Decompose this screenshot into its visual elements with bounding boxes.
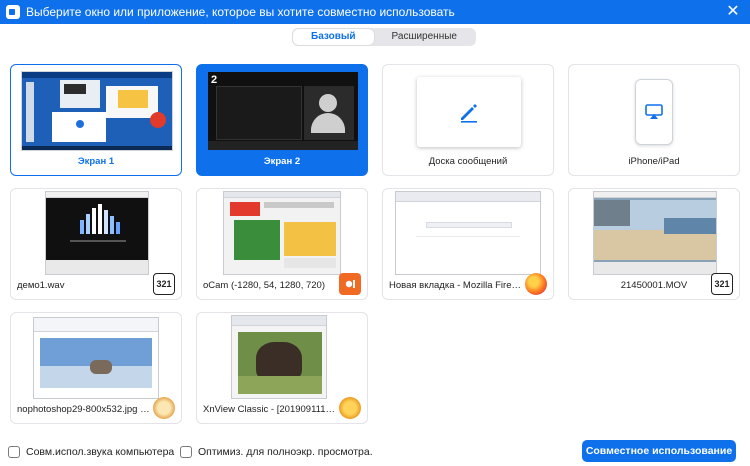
- firefox-icon: [525, 273, 547, 295]
- xnview-icon: [339, 397, 361, 419]
- tab-bar: Базовый Расширенные: [292, 28, 476, 46]
- share-button[interactable]: Совместное использование: [582, 440, 736, 462]
- ocam-icon: [339, 273, 361, 295]
- screen-number: 2: [211, 74, 218, 86]
- checkbox-label: Оптимиз. для полноэкр. просмотра.: [198, 446, 373, 458]
- tile-label: Экран 2: [263, 156, 301, 167]
- share-tile-screen-2[interactable]: 2 Экран 2: [196, 64, 368, 176]
- tile-label: XnView Classic - [2019091115522...: [203, 404, 337, 415]
- share-computer-sound-checkbox[interactable]: Совм.испол.звука компьютера: [8, 446, 174, 458]
- pencil-icon: [461, 104, 477, 123]
- whiteboard-thumbnail: [417, 77, 521, 147]
- share-tile-window-paint[interactable]: nophotoshop29-800x532.jpg - Pa...: [10, 312, 182, 424]
- checkbox-label: Совм.испол.звука компьютера: [26, 446, 175, 458]
- tile-label: Доска сообщений: [428, 156, 508, 167]
- screen-2-thumbnail: 2: [207, 71, 359, 151]
- tile-label: демо1.wav: [17, 280, 65, 291]
- checkbox-box[interactable]: [8, 446, 20, 458]
- avatar-icon: [319, 94, 337, 112]
- paint-thumbnail: [33, 317, 159, 399]
- tile-label: Экран 1: [77, 156, 115, 167]
- close-icon[interactable]: ✕: [716, 0, 750, 24]
- tab-advanced[interactable]: Расширенные: [374, 29, 475, 45]
- tile-label: Новая вкладка - Mozilla Firefox: [389, 280, 523, 291]
- title-bar: Выберите окно или приложение, которое вы…: [0, 0, 750, 24]
- window-title: Выберите окно или приложение, которое вы…: [26, 5, 455, 19]
- tile-label: oCam (-1280, 54, 1280, 720): [203, 280, 325, 291]
- media-player-classic-icon: 321: [153, 273, 175, 295]
- optimize-fullscreen-checkbox[interactable]: Оптимиз. для полноэкр. просмотра.: [180, 446, 373, 458]
- ocam-thumbnail: [223, 191, 341, 275]
- xnview-thumbnail: [231, 315, 327, 399]
- share-tile-window-firefox[interactable]: Новая вкладка - Mozilla Firefox: [382, 188, 554, 300]
- airplay-icon: [645, 104, 663, 119]
- share-tile-screen-1[interactable]: Экран 1: [10, 64, 182, 176]
- tab-basic[interactable]: Базовый: [293, 29, 374, 45]
- share-tile-whiteboard[interactable]: Доска сообщений: [382, 64, 554, 176]
- beach-video-thumbnail: [593, 191, 717, 275]
- tile-label: nophotoshop29-800x532.jpg - Pa...: [17, 404, 151, 415]
- share-tile-window-demo-wav[interactable]: демо1.wav 321: [10, 188, 182, 300]
- share-tile-window-mov[interactable]: 21450001.MOV 321: [568, 188, 740, 300]
- iphone-thumbnail: [635, 79, 673, 145]
- firefox-thumbnail: [395, 191, 541, 275]
- screen-1-thumbnail: [21, 71, 173, 151]
- share-tile-window-xnview[interactable]: XnView Classic - [2019091115522...: [196, 312, 368, 424]
- footer-bar: Совм.испол.звука компьютера Оптимиз. для…: [0, 438, 750, 466]
- share-tile-window-ocam[interactable]: oCam (-1280, 54, 1280, 720): [196, 188, 368, 300]
- paint-icon: [153, 397, 175, 419]
- tile-label: iPhone/iPad: [628, 156, 680, 167]
- share-tile-iphone-ipad[interactable]: iPhone/iPad: [568, 64, 740, 176]
- checkbox-box[interactable]: [180, 446, 192, 458]
- media-player-classic-icon: 321: [711, 273, 733, 295]
- zoom-app-icon: [6, 5, 20, 19]
- media-player-thumbnail: [45, 191, 149, 275]
